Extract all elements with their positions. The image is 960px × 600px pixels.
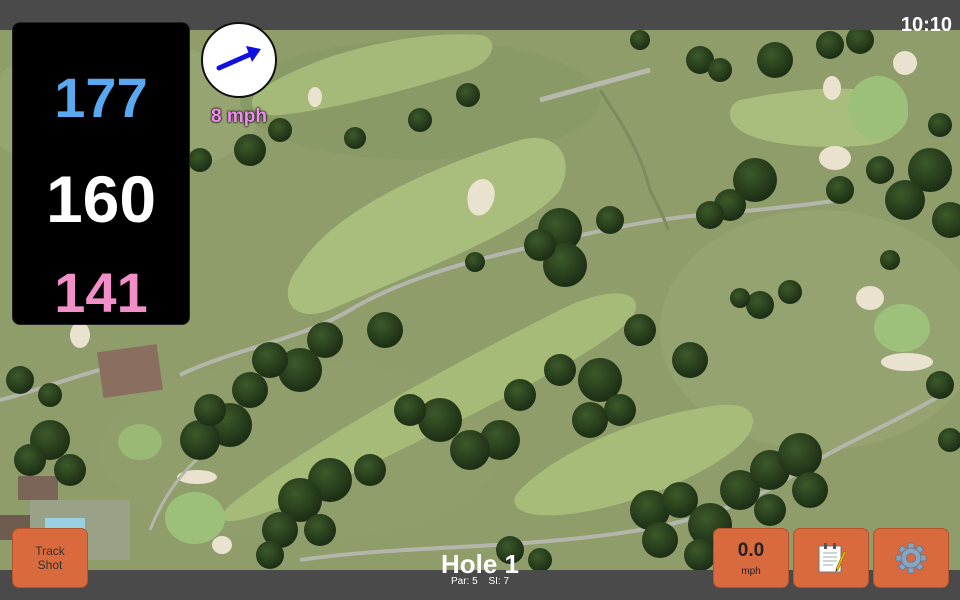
distance-middle: 160 [45, 162, 157, 236]
notepad-icon [818, 543, 846, 573]
track-shot-button[interactable]: Track Shot [12, 528, 88, 588]
distance-back: 177 [54, 66, 148, 129]
clock-time: 10:10 [900, 14, 952, 36]
arrow-icon [216, 46, 261, 71]
hole-info: Par: 5 SI: 7 [380, 576, 580, 587]
track-shot-label-line1: Track [35, 544, 65, 558]
speed-button[interactable]: 0.0 mph [713, 528, 789, 588]
track-shot-label-line2: Shot [37, 558, 63, 572]
hole-stroke-index: SI: 7 [488, 576, 510, 587]
settings-button[interactable] [873, 528, 949, 588]
hole-par: Par: 5 [450, 576, 478, 587]
speed-value: 0.0 [737, 539, 765, 561]
distance-front: 141 [54, 261, 148, 324]
wind-speed: 8 mph [211, 106, 267, 127]
notes-button[interactable] [793, 528, 869, 588]
speed-unit: mph [741, 565, 761, 577]
distance-panel[interactable]: 177 160 141 [12, 22, 190, 325]
gear-icon [895, 542, 927, 574]
wind-indicator [201, 22, 277, 98]
